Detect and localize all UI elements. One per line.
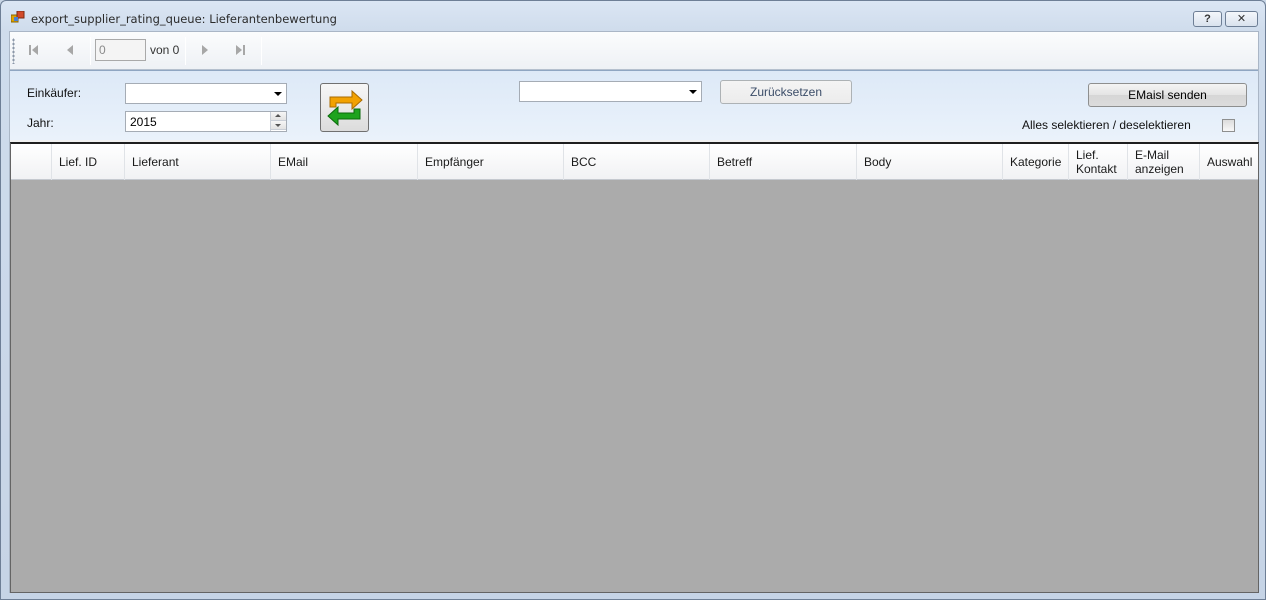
column-header-lief-id[interactable]: Lief. ID [52, 144, 125, 180]
toolbar-separator [185, 37, 186, 65]
next-record-icon [195, 41, 215, 59]
column-header-betreff[interactable]: Betreff [710, 144, 857, 180]
year-value: 2015 [130, 115, 157, 129]
buyer-label: Einkäufer: [27, 86, 82, 100]
row-header-column[interactable] [11, 144, 52, 180]
move-next-button[interactable] [195, 41, 215, 59]
filter-panel: Einkäufer: Jahr: 2015 Zurücksetzen EMais… [10, 70, 1258, 140]
column-header-email-anzeigen[interactable]: E-Mail anzeigen [1128, 144, 1200, 180]
reset-button[interactable]: Zurücksetzen [720, 80, 852, 104]
toolbar-separator [261, 37, 262, 65]
select-all-checkbox[interactable] [1222, 119, 1235, 132]
send-emails-button[interactable]: EMaisl senden [1088, 83, 1247, 107]
form-icon [10, 10, 25, 23]
column-header-auswahl[interactable]: Auswahl [1200, 144, 1258, 180]
column-header-lief-kontakt[interactable]: Lief. Kontakt [1069, 144, 1128, 180]
client-area: 0 von 0 Einkäufer: Jahr: 2015 Zurücksetz… [9, 31, 1259, 593]
chevron-down-icon [689, 90, 697, 94]
close-button[interactable]: ✕ [1225, 11, 1258, 27]
column-header-body[interactable]: Body [857, 144, 1003, 180]
window-title: export_supplier_rating_queue: Lieferante… [31, 12, 337, 26]
column-header-email[interactable]: EMail [271, 144, 418, 180]
template-select[interactable] [519, 81, 702, 102]
record-count-label: von 0 [150, 43, 180, 57]
move-previous-button[interactable] [60, 41, 80, 59]
toolbar-grip[interactable] [12, 38, 15, 64]
grid-header: Lief. ID Lieferant EMail Empfänger BCC B… [11, 144, 1258, 180]
app-window: export_supplier_rating_queue: Lieferante… [0, 0, 1266, 600]
first-record-icon [24, 41, 44, 59]
binding-navigator: 0 von 0 [10, 32, 1258, 70]
title-bar[interactable]: export_supplier_rating_queue: Lieferante… [1, 1, 1265, 31]
column-header-kategorie[interactable]: Kategorie [1003, 144, 1069, 180]
column-header-bcc[interactable]: BCC [564, 144, 710, 180]
year-stepper[interactable]: 2015 [125, 111, 287, 132]
year-label: Jahr: [27, 116, 54, 130]
buyer-select[interactable] [125, 83, 287, 104]
column-header-lieferant[interactable]: Lieferant [125, 144, 271, 180]
help-button[interactable]: ? [1193, 11, 1222, 27]
move-last-button[interactable] [230, 41, 250, 59]
chevron-down-icon [274, 92, 282, 96]
supplier-grid[interactable]: Lief. ID Lieferant EMail Empfänger BCC B… [10, 142, 1259, 593]
year-stepper-buttons[interactable] [270, 112, 286, 131]
decrement-arrow-icon[interactable] [271, 121, 286, 130]
column-header-empfaenger[interactable]: Empfänger [418, 144, 564, 180]
select-all-label: Alles selektieren / deselektieren [1022, 118, 1191, 132]
toolbar-separator [90, 37, 91, 65]
position-input[interactable]: 0 [95, 39, 146, 61]
previous-record-icon [60, 41, 80, 59]
refresh-button[interactable] [320, 83, 369, 132]
increment-arrow-icon[interactable] [271, 112, 286, 121]
move-first-button[interactable] [24, 41, 44, 59]
last-record-icon [230, 41, 250, 59]
